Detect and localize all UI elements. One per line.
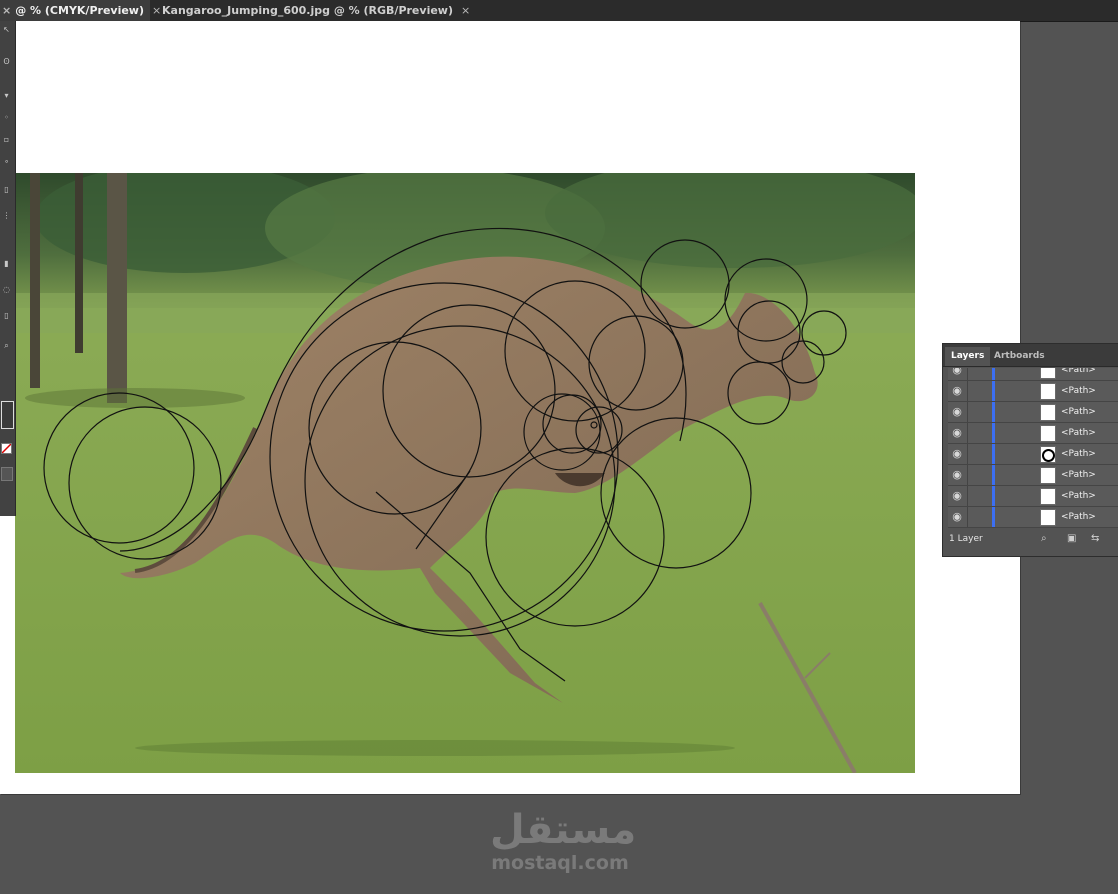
eye-icon[interactable]: ◉ [951, 511, 963, 523]
eye-icon[interactable]: ◉ [951, 406, 963, 418]
close-icon[interactable]: × [2, 4, 11, 17]
brush-icon[interactable]: ∘ [2, 157, 11, 166]
watermark-logo-latin: mostaql.com [491, 852, 629, 874]
arrow-icon[interactable]: ↖ [2, 25, 11, 34]
layer-row[interactable]: ◉ <Path> [948, 381, 1118, 402]
lasso-icon[interactable]: ʘ [2, 57, 11, 66]
layer-row[interactable]: ◉ <Path> [948, 444, 1118, 465]
layer-row[interactable]: ◉ <Path> [948, 507, 1118, 528]
eye-icon[interactable]: ◉ [951, 427, 963, 439]
tab-artboards[interactable]: Artboards [988, 347, 1051, 366]
path-thumbnail [1040, 383, 1056, 400]
tab-kangaroo-image[interactable]: Kangaroo_Jumping_600.jpg @ % (RGB/Previe… [154, 0, 470, 21]
fill-stroke-icon[interactable] [1, 401, 14, 429]
layer-row[interactable]: ◉ <Path> [948, 486, 1118, 507]
scale-icon[interactable]: ⋮ [2, 211, 11, 220]
path-thumbnail [1040, 404, 1056, 421]
eye-icon[interactable]: ◉ [951, 490, 963, 502]
close-icon[interactable]: × [461, 0, 470, 21]
watermark-logo-arabic: مستقل [490, 807, 637, 853]
artboard[interactable] [0, 21, 1020, 794]
path-thumbnail [1040, 368, 1056, 379]
new-sublayer-icon[interactable]: ▣ [1067, 533, 1076, 544]
path-thumbnail [1040, 467, 1056, 484]
tab-layers[interactable]: Layers [945, 347, 991, 366]
construction-circles-overlay [43, 227, 847, 682]
tools-panel: ↖ ʘ ▾ ◦ ▫ ∘ ▯ ⋮ ▮ ◌ ▯ ⌕ [0, 21, 16, 516]
graph-icon[interactable]: ▮ [2, 259, 11, 268]
layer-row[interactable]: ◉ <Path> [948, 402, 1118, 423]
path-thumbnail [1040, 488, 1056, 505]
layer-count: 1 Layer [949, 534, 983, 544]
layers-panel: Layers Artboards ◉ <Path> ◉ <Path> ◉ <Path>… [942, 343, 1118, 557]
path-thumbnail [1040, 509, 1056, 526]
eye-icon[interactable]: ◉ [951, 448, 963, 460]
eyedropper-icon[interactable]: ▯ [2, 311, 11, 320]
layer-row[interactable]: ◉ <Path> [948, 368, 1118, 381]
screen-mode-icon[interactable] [1, 467, 13, 481]
mesh-icon[interactable]: ◌ [2, 285, 11, 294]
circle-path-thumbnail [1040, 446, 1056, 463]
rotate-icon[interactable]: ▯ [2, 185, 11, 194]
layers-panel-tabs: Layers Artboards [943, 344, 1118, 367]
layer-row[interactable]: ◉ <Path> [948, 465, 1118, 486]
layers-panel-footer: 1 Layer ⌕ ▣ ⇆ [943, 530, 1118, 556]
rect-icon[interactable]: ▫ [2, 135, 11, 144]
eye-icon[interactable]: ◉ [951, 368, 963, 376]
eye-icon[interactable]: ◉ [951, 385, 963, 397]
layers-list: ◉ <Path> ◉ <Path> ◉ <Path> ◉ <Path> ◉ <Path> … [948, 368, 1118, 528]
none-swatch-icon[interactable] [1, 443, 12, 454]
document-tab-bar: × @ % (CMYK/Preview) × Kangaroo_Jumping_60… [0, 0, 1118, 22]
panel-menu-icon[interactable]: ⇆ [1091, 533, 1099, 544]
tab-cmyk-document[interactable]: × @ % (CMYK/Preview) × [0, 0, 161, 21]
pen-icon[interactable]: ▾ [2, 91, 11, 100]
zoom-icon[interactable]: ⌕ [2, 341, 11, 350]
layer-row[interactable]: ◉ <Path> [948, 423, 1118, 444]
eye-icon[interactable]: ◉ [951, 469, 963, 481]
search-icon[interactable]: ⌕ [1041, 533, 1047, 544]
path-thumbnail [1040, 425, 1056, 442]
type-icon[interactable]: ◦ [2, 113, 11, 122]
none-slash-icon [1, 443, 12, 454]
